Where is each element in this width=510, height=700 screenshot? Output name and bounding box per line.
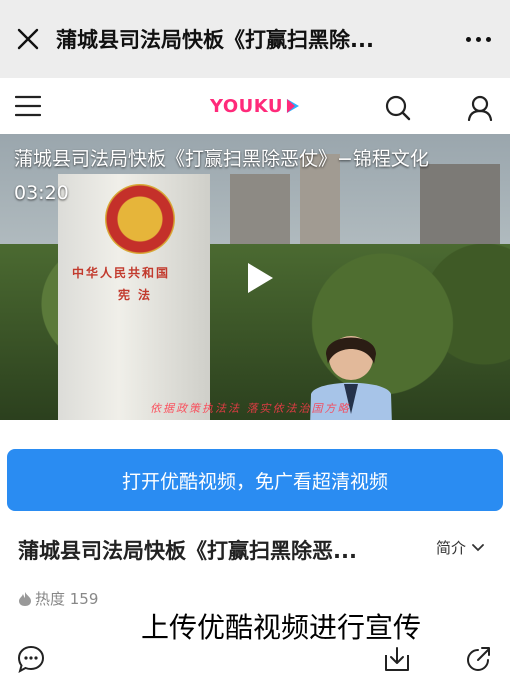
page-title: 蒲城县司法局快板《打赢扫黑除... xyxy=(56,28,374,52)
heat-label: 热度 159 xyxy=(35,590,99,608)
user-icon xyxy=(467,95,493,121)
more-icon xyxy=(465,36,491,42)
video-player[interactable]: 中华人民共和国 宪法 蒲城县司法局快板《打赢扫黑除恶仗》−锦程文化 03:20 … xyxy=(0,134,510,420)
close-button[interactable] xyxy=(0,0,56,78)
monument-text-line1: 中华人民共和国 xyxy=(72,266,171,280)
flame-icon xyxy=(19,591,31,606)
share-icon xyxy=(466,647,490,672)
logo-text: YOUKU xyxy=(209,95,284,117)
search-icon xyxy=(385,95,411,121)
intro-label: 简介 xyxy=(436,539,467,557)
play-icon xyxy=(248,263,273,293)
chevron-down-icon xyxy=(472,543,484,551)
user-button[interactable] xyxy=(460,88,500,128)
comment-icon xyxy=(17,645,45,673)
open-app-button[interactable]: 打开优酷视频，免广看超清视频 xyxy=(7,449,503,511)
youku-nav: YOUKU xyxy=(0,78,510,134)
menu-icon xyxy=(15,95,41,117)
video-duration: 03:20 xyxy=(14,182,69,204)
video-title-overlay: 蒲城县司法局快板《打赢扫黑除恶仗》−锦程文化 xyxy=(14,148,429,170)
comment-button[interactable] xyxy=(16,644,46,674)
heat-indicator: 热度 159 xyxy=(18,588,98,609)
menu-button[interactable] xyxy=(0,78,56,134)
more-button[interactable] xyxy=(446,0,510,78)
search-button[interactable] xyxy=(378,88,418,128)
monument-text-line2: 宪法 xyxy=(118,288,159,302)
share-button[interactable] xyxy=(463,644,493,674)
play-button[interactable] xyxy=(240,258,280,298)
video-name: 蒲城县司法局快板《打赢扫黑除恶... xyxy=(18,539,357,563)
download-icon xyxy=(385,647,409,671)
overlay-annotation: 上传优酷视频进行宣传 xyxy=(141,611,422,644)
video-caption: 依据政策执法法 落实依法治国方略 xyxy=(150,402,351,415)
close-icon xyxy=(17,28,39,50)
logo-arrow-icon xyxy=(287,99,300,113)
download-button[interactable] xyxy=(382,644,412,674)
top-bar: 蒲城县司法局快板《打赢扫黑除... xyxy=(0,0,510,78)
youku-logo[interactable]: YOUKU xyxy=(210,96,300,117)
video-info-row: 蒲城县司法局快板《打赢扫黑除恶... 简介 xyxy=(18,532,498,568)
intro-toggle[interactable]: 简介 xyxy=(436,537,484,558)
national-emblem xyxy=(105,184,175,254)
